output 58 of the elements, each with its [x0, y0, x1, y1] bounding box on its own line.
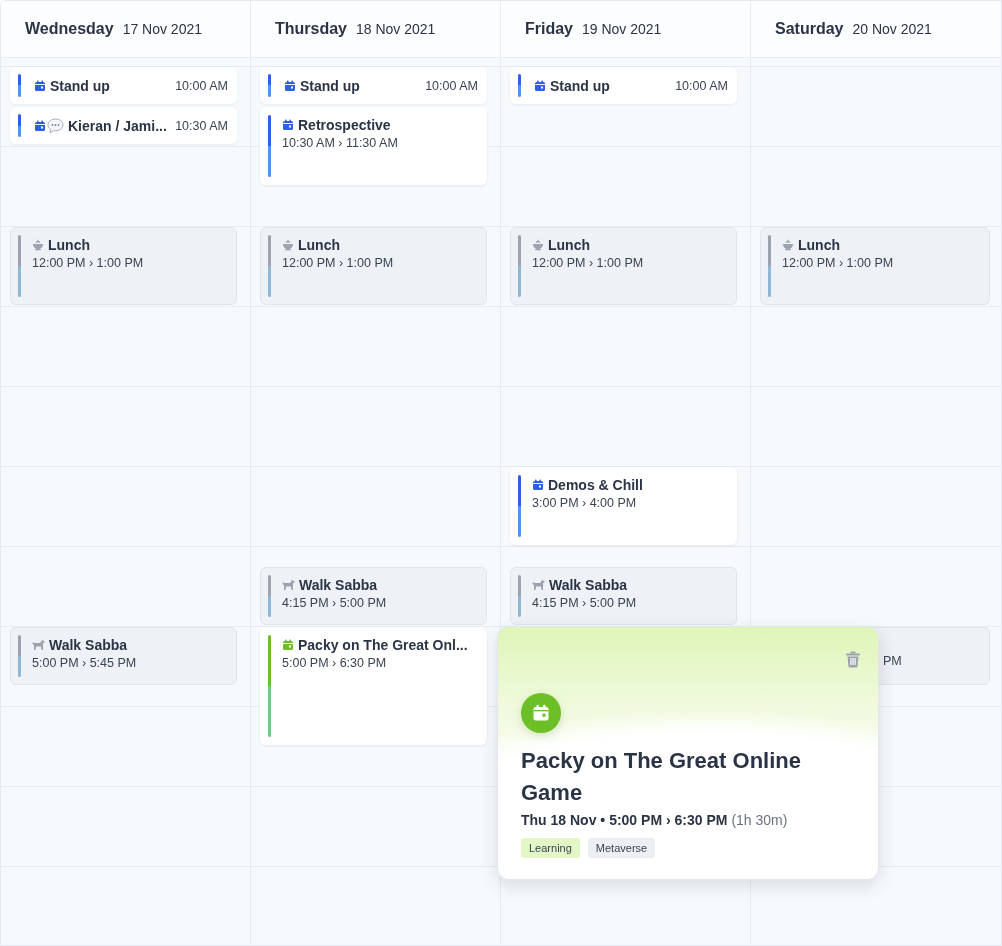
tag: Metaverse	[587, 838, 656, 858]
event-time: 3:00 PM › 4:00 PM	[532, 495, 638, 511]
event-card[interactable]: Kieran / Jami... 10:30 AM	[10, 107, 237, 144]
event-title: Stand up	[50, 77, 110, 94]
event-title: Walk Sabba	[299, 577, 378, 593]
event-title: Demos & Chill	[548, 477, 643, 493]
date-label: 19 Nov 2021	[582, 21, 662, 37]
event-title: Stand up	[550, 77, 610, 94]
event-title: Walk Sabba	[49, 637, 128, 653]
event-title: Packy on The Great Online Game	[521, 747, 802, 807]
event-card[interactable]: Lunch 12:00 PM › 1:00 PM	[510, 227, 737, 305]
event-time: 12:00 PM › 1:00 PM	[282, 255, 394, 271]
event-time: 10:30 AM › 11:30 AM	[282, 135, 398, 151]
event-title: Lunch	[298, 237, 340, 253]
event-card[interactable]: Demos & Chill 3:00 PM › 4:00 PM	[510, 467, 737, 545]
event-time: 10:30 AM	[175, 118, 228, 133]
event-card[interactable]: Packy on The Great Onl... 5:00 PM › 6:30 PM	[260, 627, 487, 745]
event-time: 4:15 PM › 5:00 PM	[532, 595, 637, 611]
event-card[interactable]: Lunch 12:00 PM › 1:00 PM	[260, 227, 487, 305]
event-card[interactable]: Walk Sabba 5:00 PM › 5:45 PM	[10, 627, 237, 685]
event-card[interactable]: Stand up 10:00 AM	[10, 67, 237, 104]
event-time: 4:15 PM › 5:00 PM	[282, 595, 387, 611]
event-schedule: Thu 18 Nov • 5:00 PM › 6:30 PM	[521, 812, 728, 828]
event-card[interactable]: Lunch 12:00 PM › 1:00 PM	[760, 227, 990, 305]
date-label: 17 Nov 2021	[122, 21, 203, 37]
event-time: 10:00 AM	[175, 78, 228, 93]
event-duration: (1h 30m)	[731, 812, 788, 828]
event-card[interactable]: Walk Sabba 4:15 PM › 5:00 PM	[260, 567, 487, 625]
event-time: 5:00 PM › 6:30 PM	[282, 655, 388, 671]
event-card[interactable]: Retrospective 10:30 AM › 11:30 AM	[260, 107, 487, 185]
event-time: 12:00 PM › 1:00 PM	[32, 255, 144, 271]
tag: Learning	[521, 838, 580, 858]
event-title: Lunch	[798, 237, 840, 253]
weekday-label: Wednesday	[25, 20, 114, 38]
event-title: Walk Sabba	[549, 577, 628, 593]
event-title: Packy on The Great Onl...	[298, 637, 468, 653]
event-time: 10:00 AM	[425, 78, 478, 93]
event-card[interactable]: Stand up 10:00 AM	[510, 67, 737, 104]
event-time: 10:00 AM	[675, 78, 728, 93]
weekday-label: Thursday	[275, 20, 347, 38]
delete-button[interactable]	[843, 649, 863, 670]
event-card[interactable]: Walk Sabba 4:15 PM › 5:00 PM	[510, 567, 737, 625]
event-title: Lunch	[48, 237, 90, 253]
weekday-label: Friday	[525, 20, 573, 38]
event-title: Stand up	[300, 77, 360, 94]
event-time: PM	[883, 654, 902, 668]
event-time: 12:00 PM › 1:00 PM	[782, 255, 894, 271]
speech-bubble-icon	[47, 117, 64, 134]
date-label: 18 Nov 2021	[356, 21, 436, 37]
event-time: 12:00 PM › 1:00 PM	[532, 255, 644, 271]
event-title: Retrospective	[298, 117, 391, 133]
event-card[interactable]: Stand up 10:00 AM	[260, 67, 487, 104]
event-time: 5:00 PM › 5:45 PM	[32, 655, 137, 671]
weekday-label: Saturday	[775, 20, 844, 38]
date-label: 20 Nov 2021	[852, 21, 932, 37]
event-title: Kieran / Jami...	[68, 117, 167, 134]
event-card[interactable]: Lunch 12:00 PM › 1:00 PM	[10, 227, 237, 305]
event-title: Lunch	[548, 237, 590, 253]
